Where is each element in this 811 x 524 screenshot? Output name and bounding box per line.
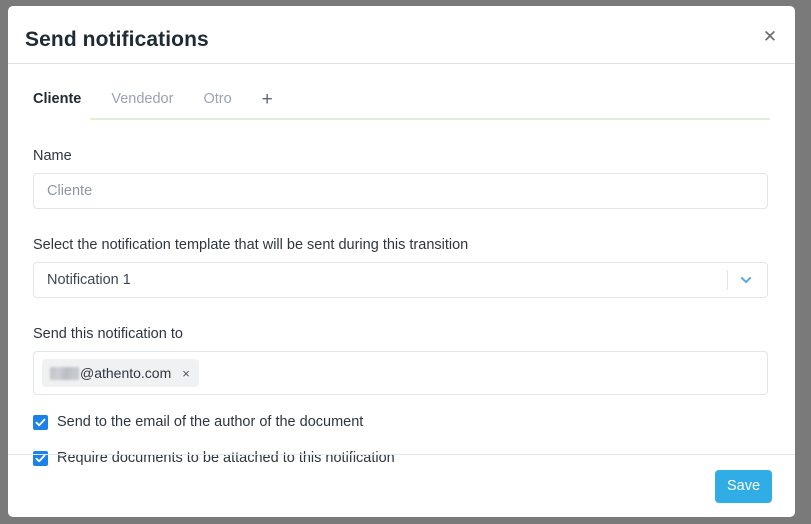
tab-vendedor[interactable]: Vendedor: [111, 91, 173, 118]
modal-header: Send notifications ✕: [8, 6, 795, 64]
name-input[interactable]: [33, 173, 768, 209]
checkbox-row-author-email[interactable]: Send to the email of the author of the d…: [33, 414, 770, 430]
tab-otro[interactable]: Otro: [203, 91, 231, 118]
tab-bar: Cliente Vendedor Otro +: [33, 64, 770, 120]
chevron-down-icon[interactable]: [735, 262, 757, 298]
recipient-chip: @athento.com ×: [42, 359, 199, 387]
notification-template-select-wrap: Notification 1: [33, 262, 768, 298]
recipient-chip-label: @athento.com: [80, 365, 171, 381]
redacted-text-block: [50, 367, 79, 380]
template-label: Select the notification template that wi…: [33, 237, 770, 253]
close-icon[interactable]: ✕: [758, 24, 782, 48]
modal-footer: Save: [8, 454, 795, 517]
modal-body: Name Select the notification template th…: [8, 148, 795, 466]
select-divider: [727, 270, 728, 290]
recipients-input[interactable]: @athento.com ×: [33, 351, 768, 395]
remove-recipient-icon[interactable]: ×: [182, 367, 190, 380]
checkbox-author-email-label: Send to the email of the author of the d…: [57, 414, 363, 430]
tab-cliente[interactable]: Cliente: [33, 91, 81, 118]
page-title: Send notifications: [25, 28, 209, 52]
add-tab-icon[interactable]: +: [262, 90, 273, 118]
notification-template-select[interactable]: Notification 1: [33, 262, 768, 298]
checkbox-author-email[interactable]: [33, 415, 48, 430]
send-notifications-modal: Send notifications ✕ Cliente Vendedor Ot…: [8, 6, 795, 517]
notification-template-selected-value: Notification 1: [47, 272, 131, 288]
save-button[interactable]: Save: [715, 470, 772, 503]
name-label: Name: [33, 148, 770, 164]
recipients-label: Send this notification to: [33, 326, 770, 342]
